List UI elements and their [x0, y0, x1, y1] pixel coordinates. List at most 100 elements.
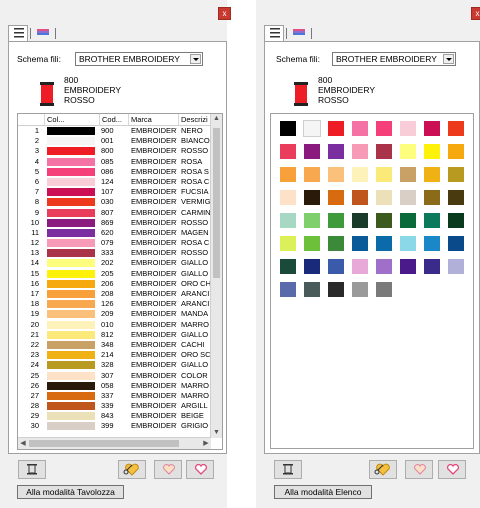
palette-swatch[interactable] [304, 190, 320, 205]
list-mode-button[interactable]: Alla modalità Elenco [274, 485, 372, 499]
tab-palette[interactable] [33, 25, 53, 41]
palette-swatch[interactable] [328, 121, 344, 136]
palette-swatch[interactable] [376, 144, 392, 159]
palette-swatch[interactable] [352, 259, 368, 274]
scroll-thumb[interactable] [213, 128, 220, 278]
palette-swatch[interactable] [304, 259, 320, 274]
palette-swatch[interactable] [424, 190, 440, 205]
palette-swatch[interactable] [448, 121, 464, 136]
tab-list[interactable] [264, 25, 284, 41]
table-row[interactable]: 20 010 EMBROIDERY MARRO [18, 320, 211, 330]
palette-swatch[interactable] [448, 144, 464, 159]
palette-swatch[interactable] [352, 236, 368, 251]
table-row[interactable]: 15 205 EMBROIDERY GIALLO [18, 269, 211, 279]
palette-swatch[interactable] [328, 236, 344, 251]
palette-swatch[interactable] [352, 190, 368, 205]
palette-swatch[interactable] [376, 259, 392, 274]
scheme-select[interactable]: BROTHER EMBROIDERY [75, 52, 203, 66]
color-replace-button[interactable] [369, 460, 397, 479]
table-row[interactable]: 27 337 EMBROIDERY MARRO [18, 391, 211, 401]
palette-swatch[interactable] [280, 213, 296, 228]
table-row[interactable]: 1 900 EMBROIDERY NERO [18, 126, 211, 136]
palette-swatch[interactable] [400, 259, 416, 274]
palette-swatch[interactable] [424, 144, 440, 159]
palette-swatch[interactable] [352, 144, 368, 159]
table-row[interactable]: 7 107 EMBROIDERY FUCSIA [18, 187, 211, 197]
horizontal-scrollbar[interactable]: ◀ ▶ [18, 437, 211, 449]
palette-swatch[interactable] [328, 213, 344, 228]
palette-mode-button[interactable]: Alla modalità Tavolozza [17, 485, 124, 499]
column-brand[interactable]: Marca [129, 114, 179, 125]
table-row[interactable]: 30 399 EMBROIDERY GRIGIO [18, 421, 211, 431]
close-button[interactable]: x [218, 7, 231, 20]
palette-swatch[interactable] [352, 121, 368, 136]
table-row[interactable]: 14 202 EMBROIDERY GIALLO [18, 258, 211, 268]
palette-swatch[interactable] [424, 236, 440, 251]
column-color[interactable]: Col... [45, 114, 100, 125]
palette-swatch[interactable] [448, 190, 464, 205]
palette-swatch[interactable] [424, 167, 440, 182]
table-row[interactable]: 3 800 EMBROIDERY ROSSO [18, 146, 211, 156]
table-row[interactable]: 19 209 EMBROIDERY MANDA [18, 309, 211, 319]
scheme-select[interactable]: BROTHER EMBROIDERY [332, 52, 456, 66]
palette-swatch[interactable] [376, 190, 392, 205]
column-code[interactable]: Cod... [100, 114, 129, 125]
table-row[interactable]: 24 328 EMBROIDERY GIALLO [18, 360, 211, 370]
palette-swatch[interactable] [304, 144, 320, 159]
palette-swatch[interactable] [376, 236, 392, 251]
close-button[interactable]: x [471, 7, 480, 20]
chevron-down-icon[interactable] [190, 54, 201, 64]
table-row[interactable]: 8 030 EMBROIDERY VERMIG [18, 197, 211, 207]
palette-swatch[interactable] [303, 120, 321, 137]
chevron-down-icon[interactable] [443, 54, 454, 64]
scroll-up-icon[interactable]: ▲ [211, 114, 222, 124]
palette-swatch[interactable] [328, 144, 344, 159]
palette-swatch[interactable] [400, 144, 416, 159]
table-row[interactable]: 28 339 EMBROIDERY ARGILL [18, 401, 211, 411]
palette-swatch[interactable] [376, 213, 392, 228]
column-description[interactable]: Descrizi [179, 114, 211, 125]
palette-swatch[interactable] [328, 167, 344, 182]
vertical-scrollbar[interactable]: ▲ ▼ [210, 114, 222, 438]
heart-pink-button[interactable] [186, 460, 214, 479]
scroll-left-icon[interactable]: ◀ [18, 438, 28, 449]
palette-swatch[interactable] [424, 121, 440, 136]
table-row[interactable]: 25 307 EMBROIDERY COLOR [18, 371, 211, 381]
table-row[interactable]: 16 206 EMBROIDERY ORO CH [18, 279, 211, 289]
palette-swatch[interactable] [304, 236, 320, 251]
palette-swatch[interactable] [400, 190, 416, 205]
scroll-down-icon[interactable]: ▼ [211, 428, 222, 438]
palette-swatch[interactable] [328, 259, 344, 274]
palette-swatch[interactable] [280, 236, 296, 251]
palette-swatch[interactable] [400, 213, 416, 228]
table-row[interactable]: 5 086 EMBROIDERY ROSA S [18, 167, 211, 177]
table-row[interactable]: 23 214 EMBROIDERY ORO SC [18, 350, 211, 360]
palette-swatch[interactable] [448, 236, 464, 251]
table-row[interactable]: 6 124 EMBROIDERY ROSA C [18, 177, 211, 187]
palette-swatch[interactable] [328, 282, 344, 297]
tab-palette[interactable] [289, 25, 309, 41]
tab-list[interactable] [8, 25, 28, 41]
palette-swatch[interactable] [304, 167, 320, 182]
heart-light-button[interactable] [154, 460, 182, 479]
palette-swatch[interactable] [376, 121, 392, 136]
palette-swatch[interactable] [424, 213, 440, 228]
table-row[interactable]: 11 620 EMBROIDERY MAGEN [18, 228, 211, 238]
palette-swatch[interactable] [448, 259, 464, 274]
table-row[interactable]: 22 348 EMBROIDERY CACHI [18, 340, 211, 350]
palette-swatch[interactable] [280, 282, 296, 297]
palette-swatch[interactable] [304, 213, 320, 228]
table-row[interactable]: 26 058 EMBROIDERY MARRO [18, 381, 211, 391]
palette-swatch[interactable] [328, 190, 344, 205]
heart-light-button[interactable] [405, 460, 433, 479]
palette-swatch[interactable] [448, 213, 464, 228]
scroll-right-icon[interactable]: ▶ [201, 438, 211, 449]
palette-swatch[interactable] [280, 144, 296, 159]
palette-swatch[interactable] [352, 282, 368, 297]
column-index[interactable] [18, 114, 45, 125]
heart-pink-button[interactable] [438, 460, 466, 479]
palette-swatch[interactable] [376, 282, 392, 297]
palette-swatch[interactable] [400, 167, 416, 182]
table-row[interactable]: 29 843 EMBROIDERY BEIGE [18, 411, 211, 421]
palette-swatch[interactable] [280, 121, 296, 136]
